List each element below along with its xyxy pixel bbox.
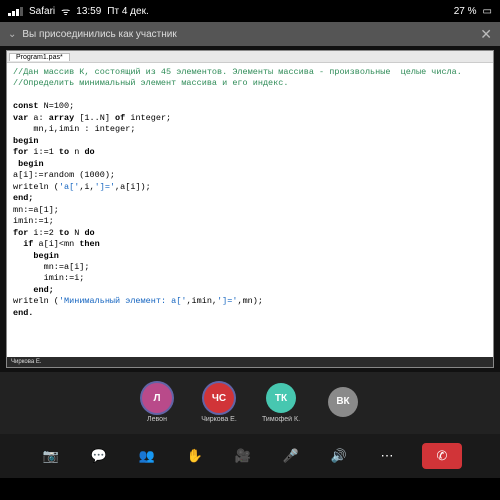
banner-text: Вы присоединились как участник bbox=[22, 29, 176, 40]
participant-name: Тимофей К. bbox=[262, 416, 300, 423]
hangup-button[interactable]: ✆ bbox=[422, 443, 462, 469]
avatar: ВК bbox=[328, 387, 358, 417]
video-off-icon[interactable]: 🎥 bbox=[230, 443, 256, 469]
chat-icon[interactable]: 💬 bbox=[86, 443, 112, 469]
participant-name: Чиркова Е. bbox=[201, 416, 237, 423]
editor-status-tab: Чиркова Е. bbox=[11, 359, 42, 365]
close-icon[interactable]: ✕ bbox=[480, 26, 492, 43]
code-editor-window: Program1.pas* //Дан массив К, состоящий … bbox=[6, 50, 494, 368]
avatar: ТК bbox=[266, 383, 296, 413]
code-area: //Дан массив К, состоящий из 45 элементо… bbox=[7, 63, 493, 357]
status-date: Пт 4 дек. bbox=[107, 6, 148, 17]
participant-tile[interactable]: Л Левон bbox=[133, 383, 181, 423]
battery-icon: ▭ bbox=[483, 6, 492, 17]
editor-tab[interactable]: Program1.pas* bbox=[9, 53, 70, 61]
carrier-label: Safari bbox=[29, 6, 55, 17]
mic-off-icon[interactable]: 🎤 bbox=[278, 443, 304, 469]
call-controls: 📷 💬 👥 ✋ 🎥 🎤 🔊 ⋯ ✆ bbox=[0, 434, 500, 478]
ios-status-bar: Safari ᯤ 13:59 Пт 4 дек. 27 % ▭ bbox=[0, 0, 500, 22]
editor-status-bar: Чиркова Е. bbox=[7, 357, 493, 367]
speaker-icon[interactable]: 🔊 bbox=[326, 443, 352, 469]
editor-tabbar: Program1.pas* bbox=[7, 51, 493, 63]
chevron-down-icon[interactable]: ⌄ bbox=[8, 29, 16, 40]
participant-tile[interactable]: ВК bbox=[319, 387, 367, 420]
people-icon[interactable]: 👥 bbox=[134, 443, 160, 469]
participant-tile[interactable]: ЧС Чиркова Е. bbox=[195, 383, 243, 423]
shared-screen-area: Program1.pas* //Дан массив К, состоящий … bbox=[0, 46, 500, 372]
more-icon[interactable]: ⋯ bbox=[374, 443, 400, 469]
join-banner: ⌄ Вы присоединились как участник ✕ bbox=[0, 22, 500, 46]
signal-icon bbox=[8, 7, 23, 16]
participant-name: Левон bbox=[147, 416, 167, 423]
camera-icon[interactable]: 📷 bbox=[38, 443, 64, 469]
bottom-letterbox bbox=[0, 478, 500, 500]
wifi-icon: ᯤ bbox=[61, 4, 70, 18]
status-time: 13:59 bbox=[76, 6, 101, 17]
battery-percent: 27 % bbox=[454, 6, 477, 17]
participant-tile[interactable]: ТК Тимофей К. bbox=[257, 383, 305, 423]
avatar: ЧС bbox=[204, 383, 234, 413]
avatar: Л bbox=[142, 383, 172, 413]
teams-meeting-window: ⌄ Вы присоединились как участник ✕ Progr… bbox=[0, 22, 500, 478]
raise-hand-icon[interactable]: ✋ bbox=[182, 443, 208, 469]
participants-strip: Л Левон ЧС Чиркова Е. ТК Тимофей К. ВК bbox=[0, 372, 500, 434]
